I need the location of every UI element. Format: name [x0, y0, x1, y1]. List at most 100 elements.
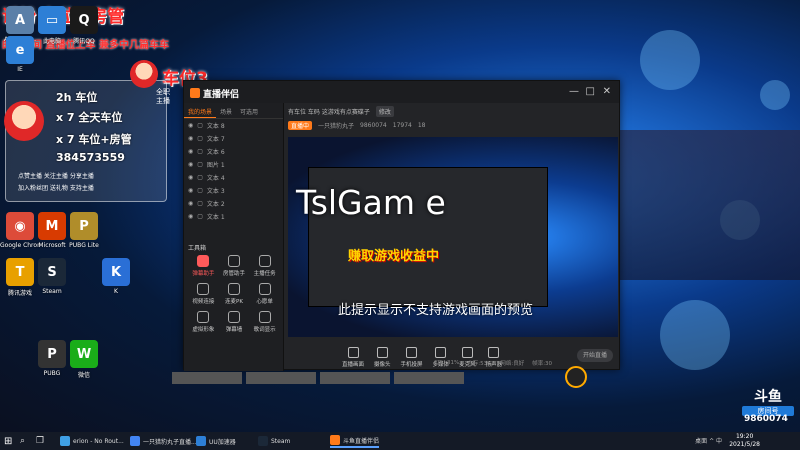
edit-room-button[interactable]: 修改 — [375, 105, 394, 117]
toolbox-grid: 弹幕助手 房管助手 主播任务视频连接 连麦PK 心愿单虚拟形象 弹幕墙 歌词显示 — [188, 255, 280, 333]
desktop-icon[interactable]: Q — [70, 6, 98, 34]
tab-my-scene[interactable]: 我的场景 — [184, 103, 217, 118]
tool-label: 视频连接 — [192, 299, 215, 305]
tool-button[interactable]: 连麦PK — [219, 283, 250, 305]
background-bokeh — [760, 80, 790, 110]
tab-optional[interactable]: 可选用 — [236, 103, 262, 118]
eye-icon[interactable]: ◉ — [188, 187, 193, 194]
layer-row[interactable]: ◉ ▢ 文本 8 — [184, 119, 283, 132]
tool-button[interactable]: 视频连接 — [188, 283, 219, 305]
eye-icon[interactable]: ◉ — [188, 122, 193, 129]
layer-label: 图片 1 — [206, 162, 225, 169]
taskbar-clock[interactable]: 19:20 2021/5/28 — [729, 433, 760, 449]
source-icon — [406, 346, 418, 358]
app-titlebar: 直播伴侣 — □ ✕ — [184, 81, 619, 103]
app-brand: 直播伴侣 — [203, 90, 240, 100]
layer-row[interactable]: ◉ ▢ 文本 2 — [184, 197, 283, 210]
taskbar-app-label: UU加速器 — [209, 438, 236, 446]
lock-icon[interactable]: ▢ — [197, 174, 203, 181]
layer-row[interactable]: ◉ ▢ 文本 4 — [184, 171, 283, 184]
task-view-icon[interactable]: ❐ — [36, 434, 44, 448]
tool-button[interactable]: 弹幕助手 — [188, 255, 219, 277]
tool-icon — [197, 283, 210, 295]
status-item: CPU:31% — [434, 360, 460, 366]
live-streaming-app-window: 直播伴侣 — □ ✕ 我的场景 场景 可选用 ◉ ▢ 文本 8 ◉ ▢ 文本 7 ◉ ▢ 文本 … — [183, 80, 621, 371]
start-button[interactable]: ⊞ — [4, 434, 12, 448]
eye-icon[interactable]: ◉ — [188, 200, 193, 207]
tab-scene[interactable]: 场景 — [216, 103, 236, 118]
lock-icon[interactable]: ▢ — [197, 187, 203, 194]
room-title: 有车位 车码 这游戏有点赛碟子 — [288, 108, 370, 116]
tool-button[interactable]: 歌词显示 — [249, 311, 280, 333]
taskbar-app[interactable]: 一只猎豹丸子直播... — [130, 434, 197, 448]
taskbar-app[interactable]: UU加速器 — [196, 434, 236, 448]
app-logo: 直播伴侣 — [190, 87, 239, 100]
minimize-icon[interactable]: — — [569, 86, 579, 97]
eye-icon[interactable]: ◉ — [188, 213, 193, 220]
lock-icon[interactable]: ▢ — [197, 213, 203, 220]
app-icon — [196, 436, 206, 446]
taskbar-app-label: 一只猎豹丸子直播... — [143, 438, 197, 446]
layer-row[interactable]: ◉ ▢ 文本 6 — [184, 145, 283, 158]
layer-row[interactable]: ◉ ▢ 文本 3 — [184, 184, 283, 197]
lock-icon[interactable]: ▢ — [197, 148, 203, 155]
desktop-icon-label: K — [114, 288, 118, 295]
eye-icon[interactable]: ◉ — [188, 135, 193, 142]
layer-label: 文本 2 — [206, 201, 225, 208]
desktop-icon[interactable]: K — [102, 258, 130, 286]
tool-label: 连麦PK — [225, 299, 243, 305]
layer-label: 文本 6 — [206, 149, 225, 156]
desktop-icon[interactable]: T — [6, 258, 34, 286]
avatar — [130, 60, 158, 88]
eye-icon[interactable]: ◉ — [188, 148, 193, 155]
desktop-icon[interactable]: ◉ — [6, 212, 34, 240]
stream-overlay: 话粉 车位+房管 的直播间 直播位上车 兼多中几篇车车 — [0, 0, 240, 60]
tool-icon — [197, 311, 210, 323]
desktop-icon[interactable]: M — [38, 212, 66, 240]
close-icon[interactable]: ✕ — [603, 86, 611, 97]
lock-icon[interactable]: ▢ — [197, 122, 203, 129]
tool-button[interactable]: 弹幕墙 — [219, 311, 250, 333]
tool-icon — [197, 255, 210, 267]
tool-icon — [258, 255, 271, 267]
avatar — [4, 101, 44, 141]
lock-icon[interactable]: ▢ — [197, 161, 203, 168]
search-icon[interactable]: ⌕ — [20, 434, 25, 448]
system-tray[interactable]: 桌面 ^ 中 — [695, 436, 722, 445]
desktop-icon[interactable]: A — [6, 6, 34, 34]
taskbar-app[interactable]: 斗鱼直播伴侣 — [330, 434, 380, 448]
desktop-icon[interactable]: S — [38, 258, 66, 286]
desktop-icon[interactable]: e — [6, 36, 34, 64]
anchor-name: 一只猎豹丸子 — [318, 122, 355, 130]
eye-icon[interactable]: ◉ — [188, 174, 193, 181]
taskbar-app-label: Steam — [271, 437, 291, 445]
layer-row[interactable]: ◉ ▢ 文本 7 — [184, 132, 283, 145]
app-icon — [330, 435, 340, 445]
eye-icon[interactable]: ◉ — [188, 161, 193, 168]
sticker-side-text: 全职主播 — [156, 88, 170, 105]
main-panel: 有车位 车码 这游戏有点赛碟子 修改 直播中 一只猎豹丸子 9860074 17… — [284, 103, 621, 371]
room-number: 9860074 — [744, 414, 788, 424]
tool-button[interactable]: 主播任务 — [249, 255, 280, 277]
tool-button[interactable]: 心愿单 — [249, 283, 280, 305]
desktop-icon[interactable]: W — [70, 340, 98, 368]
tool-button[interactable]: 虚拟形象 — [188, 311, 219, 333]
tool-icon — [258, 311, 271, 323]
layer-row[interactable]: ◉ ▢ 图片 1 — [184, 158, 283, 171]
desktop-icon[interactable]: P — [70, 212, 98, 240]
layer-row[interactable]: ◉ ▢ 文本 1 — [184, 210, 283, 223]
source-icon — [461, 346, 473, 358]
sticker-panel: 2h 车位 x 7 全天车位 x 7 车位+房管 384573559 点赞主播 … — [4, 80, 167, 202]
desktop-icon[interactable]: ▭ — [38, 6, 66, 34]
desktop-icon[interactable]: P — [38, 340, 66, 368]
lock-icon[interactable]: ▢ — [197, 135, 203, 142]
lock-icon[interactable]: ▢ — [197, 200, 203, 207]
status-item: 帧率:30 — [532, 361, 553, 367]
clock-date: 2021/5/28 — [729, 441, 760, 448]
layer-label: 文本 3 — [206, 188, 225, 195]
tool-button[interactable]: 房管助手 — [219, 255, 250, 277]
taskbar-app[interactable]: erion - No Rout... — [60, 434, 124, 448]
tool-label: 弹幕助手 — [192, 271, 215, 277]
taskbar-app[interactable]: Steam — [258, 434, 290, 448]
maximize-icon[interactable]: □ — [586, 86, 595, 97]
